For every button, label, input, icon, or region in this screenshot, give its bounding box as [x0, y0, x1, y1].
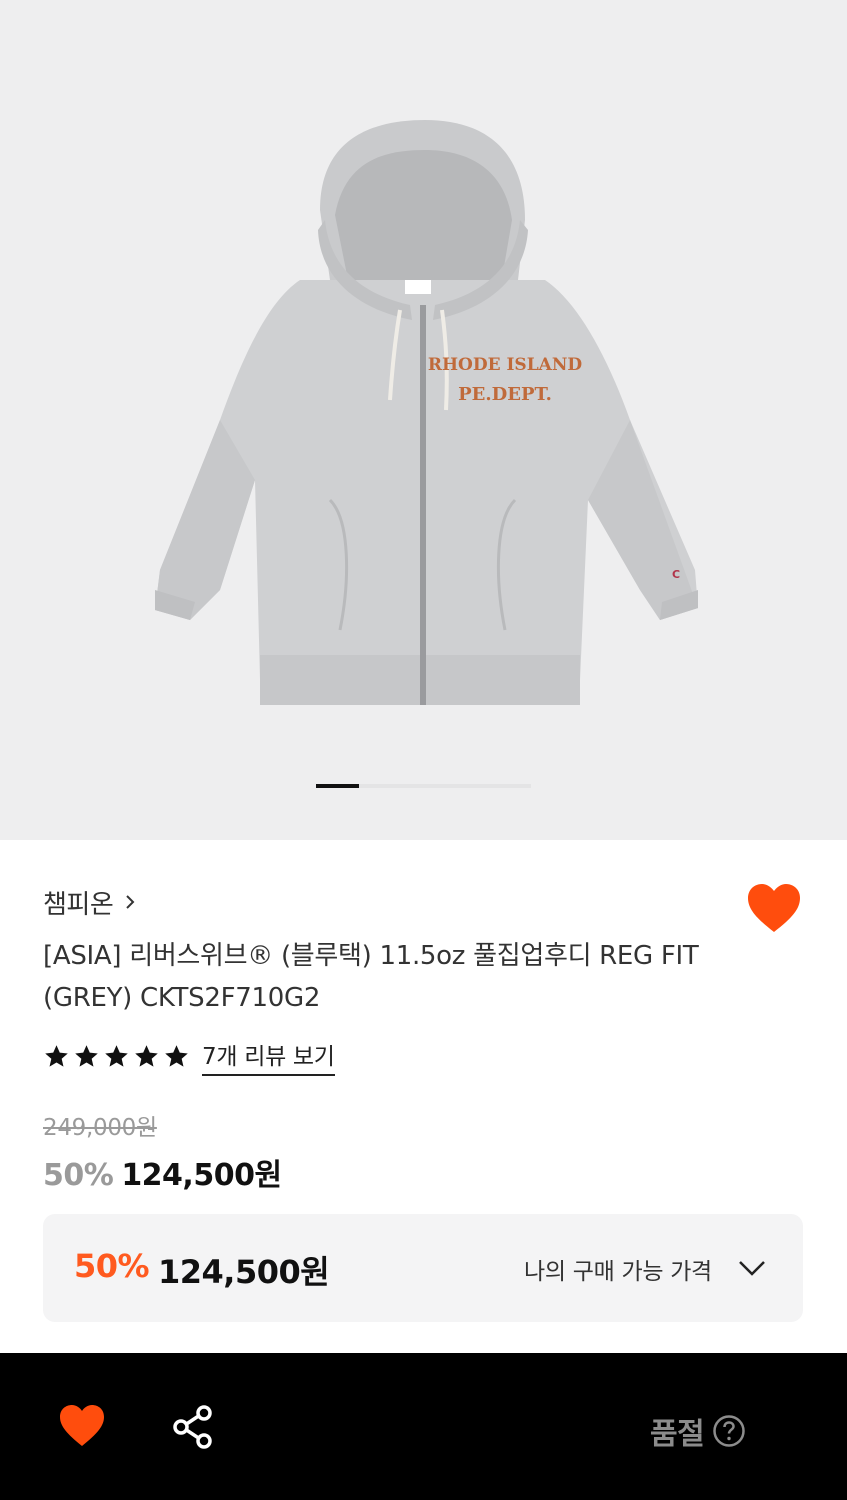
wishlist-heart-icon[interactable]	[746, 882, 802, 936]
soldout-status: 품절	[650, 1409, 746, 1453]
star-icon	[75, 1044, 98, 1067]
brand-name: 챔피온	[43, 889, 114, 920]
soldout-label: 품절	[650, 1417, 705, 1452]
product-image: RHODE ISLAND PE.DEPT. C	[155, 120, 698, 705]
share-icon[interactable]	[172, 1405, 214, 1449]
chevron-down-icon	[739, 1261, 765, 1276]
product-image-gallery[interactable]: RHODE ISLAND PE.DEPT. C	[0, 0, 847, 840]
bottom-action-bar: 품절	[0, 1353, 847, 1500]
rating-row: 7개 리뷰 보기	[43, 1037, 335, 1076]
chevron-right-icon	[126, 895, 135, 909]
gallery-pager-active	[316, 784, 359, 788]
question-circle-icon[interactable]	[712, 1414, 746, 1448]
my-price-label: 나의 구매 가능 가격	[524, 1259, 712, 1285]
svg-text:C: C	[672, 568, 680, 581]
brand-link[interactable]: 챔피온	[43, 884, 137, 920]
star-icon	[105, 1044, 128, 1067]
star-icon	[45, 1044, 68, 1067]
heart-icon[interactable]	[58, 1403, 106, 1449]
svg-text:PE.DEPT.: PE.DEPT.	[458, 384, 552, 405]
my-price: 124,500원	[158, 1253, 330, 1291]
my-discount-rate: 50%	[74, 1247, 150, 1285]
my-price-dropdown[interactable]: 50% 124,500원 나의 구매 가능 가격	[43, 1214, 803, 1322]
star-icon	[165, 1044, 188, 1067]
original-price: 249,000원	[43, 1115, 157, 1141]
svg-text:RHODE ISLAND: RHODE ISLAND	[428, 355, 583, 375]
review-link[interactable]: 7개 리뷰 보기	[202, 1037, 335, 1076]
star-icon	[135, 1044, 158, 1067]
sale-price: 124,500원	[121, 1158, 282, 1193]
discount-rate: 50%	[43, 1158, 114, 1193]
gallery-pager	[316, 784, 531, 788]
star-rating	[43, 1043, 190, 1070]
product-title: [ASIA] 리버스위브® (블루택) 11.5oz 풀집업후디 REG FIT…	[43, 941, 699, 1013]
price-row: 50% 124,500원	[43, 1150, 282, 1194]
